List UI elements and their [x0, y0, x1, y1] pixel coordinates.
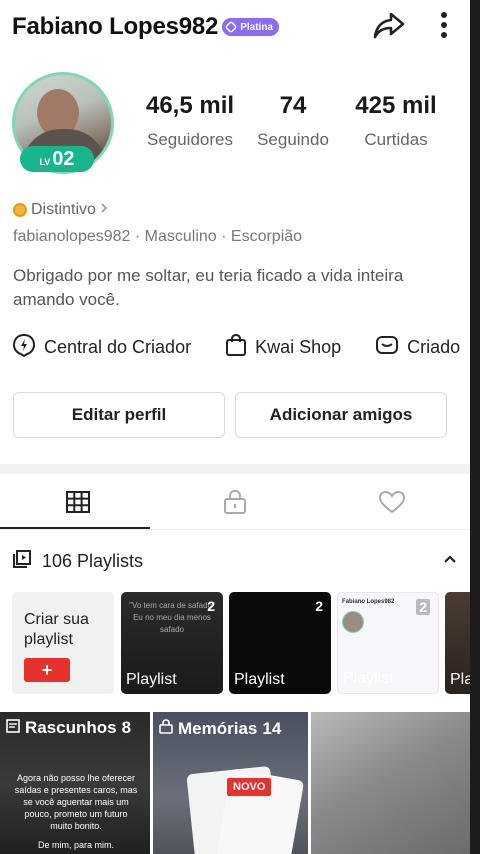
link-criado[interactable]: Criado — [375, 334, 460, 361]
tile-count: 8 — [121, 718, 132, 737]
content-grid: Rascunhos 8 Agora não posso lhe oferecer… — [0, 712, 470, 854]
playlist-card[interactable]: "Vo tem cara de safado" Eu no meu dia me… — [121, 592, 223, 694]
profile-meta: fabianolopes982 · Masculino · Escorpião — [13, 228, 303, 245]
create-playlist-card[interactable]: Criar sua playlist + — [12, 592, 114, 694]
playlist-card[interactable]: 2 Playlist — [229, 592, 331, 694]
share-icon[interactable] — [372, 10, 406, 45]
tab-grid[interactable] — [0, 478, 157, 530]
playlists-header[interactable]: 106 Playlists — [12, 548, 458, 574]
tile-count: 14 — [262, 718, 282, 738]
link-central-criador[interactable]: Central do Criador — [12, 333, 191, 362]
level-badge[interactable]: LV 02 — [20, 146, 94, 172]
profile-header: Fabiano Lopes982 Platina — [12, 8, 462, 46]
badge-label: Platina — [240, 21, 273, 33]
tab-private[interactable] — [157, 478, 314, 530]
stat-value: 74 — [279, 92, 307, 119]
playlists-row: Criar sua playlist + "Vo tem cara de saf… — [12, 592, 470, 694]
header-actions — [372, 8, 448, 46]
screen-edge — [470, 0, 480, 854]
heart-icon — [378, 490, 406, 519]
playlist-thumb-avatar — [342, 611, 364, 633]
tile-title-label: Memórias — [178, 718, 258, 738]
playlist-label: Playlist — [126, 671, 177, 688]
add-friends-button[interactable]: Adicionar amigos — [235, 392, 447, 438]
stat-likes[interactable]: 425 mil Curtidas — [346, 92, 446, 150]
level-prefix: LV — [39, 157, 51, 167]
playlist-count: 2 — [207, 598, 215, 614]
playlist-overlay-text: Fabiano Lopes982 — [342, 599, 395, 605]
drafts-tile[interactable]: Rascunhos 8 Agora não posso lhe oferecer… — [0, 712, 150, 854]
tile-text: Agora não posso lhe oferecer saídas e pr… — [14, 773, 138, 831]
drafts-icon — [6, 718, 20, 738]
playlists-count: 106 Playlists — [42, 550, 144, 571]
creator-links: Central do Criador Kwai Shop Criado — [12, 332, 470, 362]
memories-tile[interactable]: Memórias 14 NOVO — [153, 712, 308, 854]
distintivo-link[interactable]: Distintivo — [13, 201, 108, 219]
bag-icon — [225, 333, 247, 362]
playlist-label: Pla — [450, 671, 470, 688]
playlist-count: 2 — [416, 599, 430, 615]
stat-label: Seguidores — [146, 130, 233, 149]
chevron-up-icon[interactable] — [442, 550, 458, 571]
username: Fabiano Lopes982 — [12, 13, 219, 40]
playlist-label: Playlist — [343, 670, 394, 687]
section-divider — [0, 464, 470, 474]
tile-title-label: Rascunhos — [25, 718, 117, 737]
playlist-label: Playlist — [234, 671, 285, 688]
coin-icon — [13, 203, 27, 217]
new-tag: NOVO — [227, 778, 272, 796]
tile-title: Memórias 14 — [159, 718, 281, 739]
tab-liked[interactable] — [313, 478, 470, 530]
tile-signature: De mim, para mim. — [37, 840, 114, 850]
create-playlist-button[interactable]: + — [24, 658, 70, 682]
edit-profile-button[interactable]: Editar perfil — [13, 392, 225, 438]
stat-followers[interactable]: 46,5 mil Seguidores — [140, 92, 240, 150]
link-kwai-shop[interactable]: Kwai Shop — [225, 333, 341, 362]
level-number: 02 — [52, 147, 75, 170]
bolt-circle-icon — [12, 333, 36, 362]
link-label: Central do Criador — [44, 336, 192, 357]
tile-title: Rascunhos 8 — [6, 718, 131, 738]
creator-icon — [375, 334, 399, 361]
playlist-overlay-text: "Vo tem cara de safado" Eu no meu dia me… — [129, 601, 215, 634]
chevron-right-icon — [100, 201, 108, 219]
profile-bio: Obrigado por me soltar, eu teria ficado … — [13, 266, 404, 309]
stat-following[interactable]: 74 Seguindo — [252, 92, 334, 150]
lock-icon — [223, 489, 247, 520]
video-tile[interactable] — [311, 712, 470, 854]
lock-icon — [159, 718, 173, 739]
create-playlist-label: Criar sua playlist — [24, 611, 89, 648]
link-label: Kwai Shop — [255, 336, 342, 357]
stat-value: 425 mil — [355, 92, 437, 119]
playlist-icon — [12, 549, 32, 574]
link-label: Criado — [407, 336, 461, 357]
profile-page: Fabiano Lopes982 Platina LV 02 46,5 mil … — [0, 0, 470, 854]
more-vertical-icon[interactable] — [440, 11, 448, 44]
gem-icon — [224, 20, 238, 34]
distintivo-label: Distintivo — [31, 201, 96, 218]
playlist-count: 2 — [315, 598, 323, 614]
content-tabs — [0, 478, 470, 530]
stat-label: Curtidas — [364, 130, 428, 149]
stat-label: Seguindo — [257, 130, 329, 149]
playlist-card[interactable]: Pla — [445, 592, 470, 694]
grid-icon — [65, 490, 91, 519]
tabs-baseline — [0, 529, 470, 530]
playlist-card[interactable]: Fabiano Lopes982 2 Playlist — [337, 592, 439, 694]
platina-badge[interactable]: Platina — [222, 18, 279, 36]
stat-value: 46,5 mil — [145, 92, 235, 119]
